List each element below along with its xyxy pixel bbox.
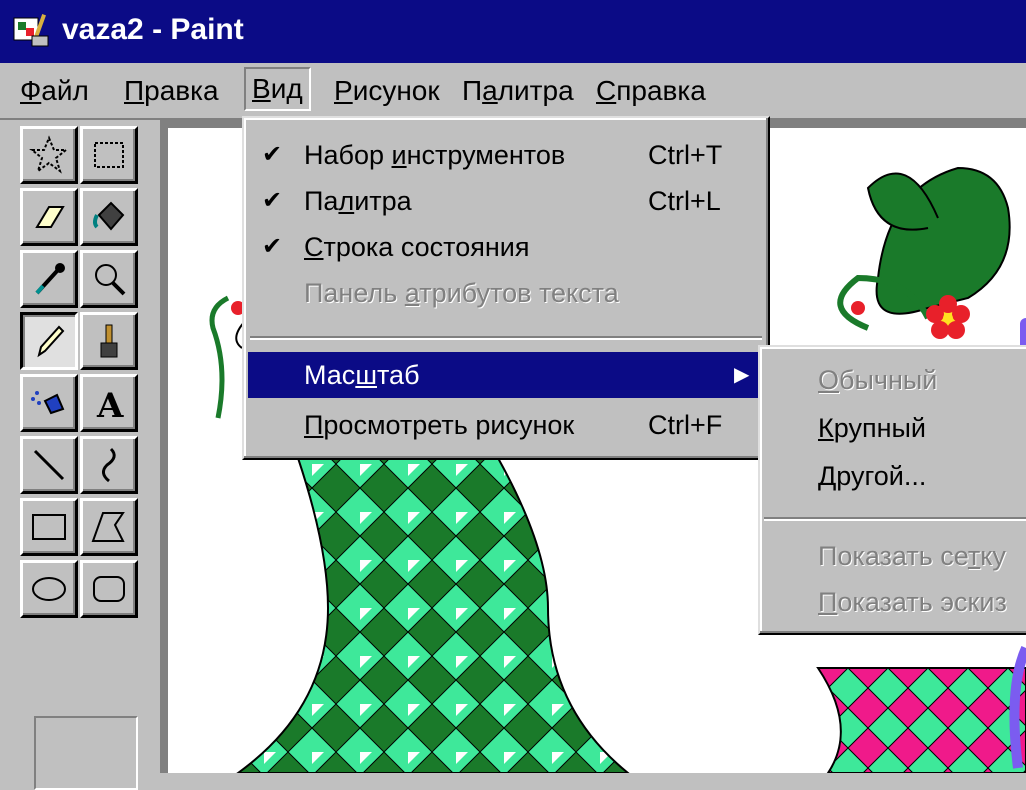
zoom-large[interactable]: Крупный <box>818 405 926 451</box>
zoom-submenu: Обычный Крупный Другой... Показать сетку… <box>758 345 1026 635</box>
right-flower-bouquet <box>837 166 1011 339</box>
fill-tool[interactable] <box>80 188 138 246</box>
rounded-rect-tool[interactable] <box>80 560 138 618</box>
paint-bucket-icon <box>93 201 125 231</box>
submenu-separator <box>764 517 1026 521</box>
line-tool[interactable] <box>20 436 78 494</box>
menu-item-text-toolbar: Панель атрибутов текста <box>304 278 619 308</box>
menu-item-status-bar[interactable]: ✔ Строка состояния <box>248 224 764 270</box>
brush-tool[interactable] <box>80 312 138 370</box>
view-menu-dropdown: ✔ Набор инструментов Ctrl+T ✔ Палитра Ct… <box>242 116 770 460</box>
curve-tool[interactable] <box>80 436 138 494</box>
checkmark-icon: ✔ <box>262 141 283 168</box>
polygon-icon <box>91 512 125 542</box>
menu-item-zoom[interactable]: Масштаб ▶ <box>248 352 764 398</box>
color-picker-tool[interactable] <box>20 250 78 308</box>
paint-app-icon[interactable] <box>12 12 52 50</box>
eraser-tool[interactable] <box>20 188 78 246</box>
rounded-rect-icon <box>93 576 125 602</box>
eyedropper-icon <box>35 263 65 295</box>
zoom-normal: Обычный <box>818 365 938 395</box>
menu-edit[interactable]: Правка <box>124 69 219 113</box>
menu-separator <box>250 336 762 340</box>
ellipse-tool[interactable] <box>20 560 78 618</box>
brush-icon <box>100 324 118 358</box>
text-tool-icon: A <box>96 386 124 423</box>
airbrush-tool[interactable] <box>20 374 78 432</box>
menu-item-toolbox[interactable]: ✔ Набор инструментов Ctrl+T <box>248 132 764 178</box>
eraser-icon <box>35 206 65 228</box>
magnifier-tool[interactable] <box>80 250 138 308</box>
menu-item-view-bitmap[interactable]: Просмотреть рисунок Ctrl+F <box>248 402 764 448</box>
zoom-show-thumbnail: Показать эскиз <box>818 587 1007 617</box>
tool-options-box[interactable] <box>34 716 138 790</box>
checkmark-icon: ✔ <box>262 233 283 260</box>
airbrush-icon <box>31 391 65 415</box>
menu-palette[interactable]: Палитра <box>462 69 574 113</box>
polygon-tool[interactable] <box>80 498 138 556</box>
submenu-arrow-icon: ▶ <box>734 364 750 386</box>
menu-help[interactable]: Справка <box>596 69 706 113</box>
magnifier-icon <box>95 264 126 296</box>
rect-select-tool[interactable] <box>80 126 138 184</box>
menu-item-palette[interactable]: ✔ Палитра Ctrl+L <box>248 178 764 224</box>
rectangle-tool[interactable] <box>20 498 78 556</box>
menu-image[interactable]: Рисунок <box>334 69 440 113</box>
title-bar: vaza2 - Paint <box>0 0 1026 63</box>
svg-text:A: A <box>96 386 124 423</box>
menu-file[interactable]: Файл <box>20 69 89 113</box>
curve-icon <box>102 447 116 483</box>
star-select-icon <box>29 135 69 174</box>
toolbox: A <box>0 120 158 790</box>
pencil-icon <box>37 325 65 358</box>
menu-view[interactable]: Вид <box>244 67 311 111</box>
line-icon <box>33 449 65 481</box>
window-title: vaza2 - Paint <box>62 13 244 46</box>
ellipse-icon <box>32 577 66 601</box>
pencil-tool[interactable] <box>20 312 78 370</box>
zoom-show-grid: Показать сетку <box>818 541 1006 571</box>
rect-select-icon <box>94 142 124 168</box>
text-tool[interactable]: A <box>80 374 138 432</box>
free-select-tool[interactable] <box>20 126 78 184</box>
menu-bar: Файл Правка Вид Рисунок Палитра Справка <box>0 63 1026 120</box>
checkmark-icon: ✔ <box>262 187 283 214</box>
rectangle-icon <box>32 514 66 540</box>
zoom-custom[interactable]: Другой... <box>818 453 926 499</box>
